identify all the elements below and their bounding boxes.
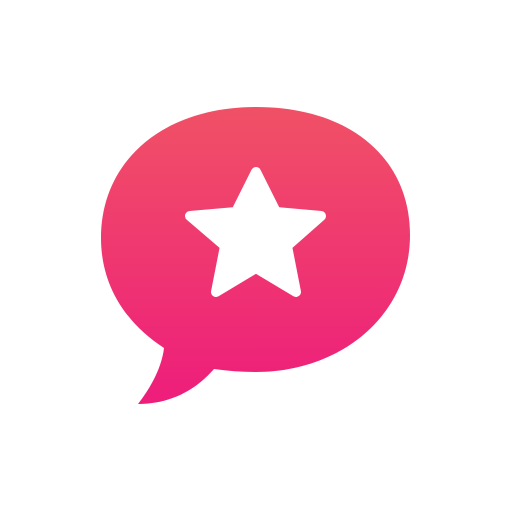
- app-icon: [0, 0, 512, 512]
- chat-bubble-star-icon: [101, 107, 410, 404]
